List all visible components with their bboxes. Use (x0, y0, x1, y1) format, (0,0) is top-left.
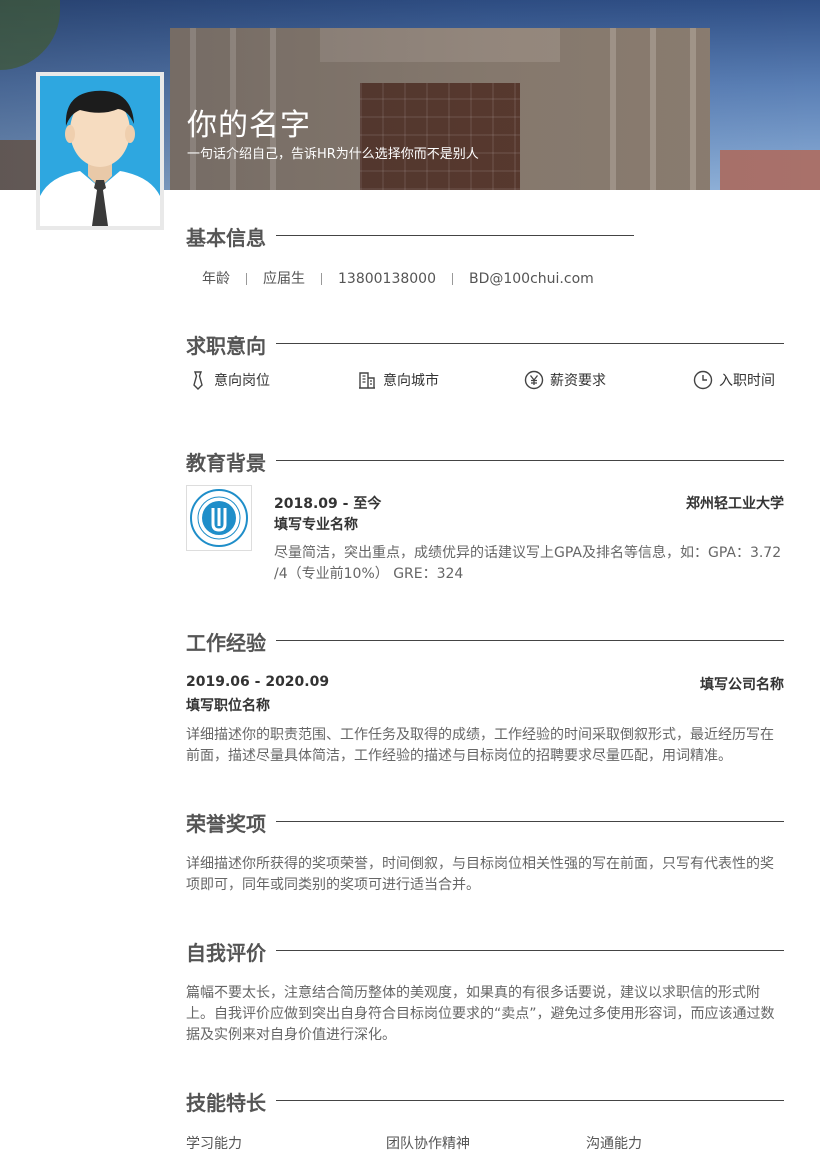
work-description: 详细描述你的职责范围、工作任务及取得的成绩，工作经验的时间采取倒叙形式，最近经历… (186, 727, 774, 764)
clock-icon (693, 370, 713, 390)
honors-description: 详细描述你所获得的奖项荣誉，时间倒叙，与目标岗位相关性强的写在前面，只写有代表性… (186, 856, 774, 893)
section-divider (276, 235, 634, 236)
info-age: 年龄 (202, 271, 230, 287)
section-skills: 技能特长 学习能力 团队协作精神 沟通能力 (186, 1087, 784, 1160)
skill-item: 学习能力 (186, 1136, 242, 1152)
intent-start-date: 入职时间 (693, 370, 775, 390)
company-name: 填写公司名称 (700, 677, 784, 693)
school-name: 郑州轻工业大学 (686, 496, 784, 512)
education-date: 2018.09 - 至今 (274, 496, 382, 512)
section-self-evaluation: 自我评价 篇幅不要太长，注意结合简历整体的美观度，如果真的有很多话要说，建议以求… (186, 937, 784, 1057)
section-basic-info: 基本信息 年龄 应届生 13800138000 BD@100chui.com (186, 222, 634, 292)
section-title: 自我评价 (186, 941, 266, 965)
basic-info-row: 年龄 应届生 13800138000 BD@100chui.com (202, 268, 594, 288)
section-title: 工作经验 (186, 631, 266, 655)
person-avatar-icon (40, 90, 160, 226)
section-honors: 荣誉奖项 详细描述你所获得的奖项荣誉，时间倒叙，与目标岗位相关性强的写在前面，只… (186, 808, 784, 908)
section-divider (276, 343, 784, 344)
section-title: 荣誉奖项 (186, 812, 266, 836)
intent-city: 意向城市 (357, 370, 439, 390)
section-title: 基本信息 (186, 226, 266, 250)
section-job-intent: 求职意向 意向岗位 意向城市 薪资要求 入职时间 (186, 330, 784, 410)
section-divider (276, 950, 784, 951)
section-title: 技能特长 (186, 1091, 266, 1115)
self-evaluation-description: 篇幅不要太长，注意结合简历整体的美观度，如果真的有很多话要说，建议以求职信的形式… (186, 985, 775, 1043)
major-name: 填写专业名称 (274, 517, 358, 533)
university-logo (186, 485, 252, 551)
info-email: BD@100chui.com (468, 271, 594, 287)
section-education: 教育背景 2018.09 - 至今 郑州轻工业大学 填写专业名称 尽量简洁，突出… (186, 447, 784, 597)
section-title: 教育背景 (186, 451, 266, 475)
info-phone: 13800138000 (338, 271, 436, 287)
section-divider (276, 460, 784, 461)
section-work: 工作经验 2019.06 - 2020.09 填写公司名称 填写职位名称 详细描… (186, 627, 784, 777)
building-icon (359, 372, 375, 389)
tie-icon (193, 371, 203, 390)
intent-salary: 薪资要求 (524, 370, 606, 390)
info-status: 应届生 (263, 271, 305, 287)
section-title: 求职意向 (186, 334, 266, 358)
skill-item: 沟通能力 (586, 1136, 642, 1152)
education-description: 尽量简洁，突出重点，成绩优异的话建议写上GPA及排名等信息，如：GPA：3.72… (274, 545, 782, 582)
section-divider (276, 1100, 784, 1101)
position-name: 填写职位名称 (186, 698, 270, 714)
avatar (36, 72, 164, 230)
resume-tagline: 一句话介绍自己，告诉HR为什么选择你而不是别人 (187, 147, 479, 162)
section-divider (276, 821, 784, 822)
intent-position: 意向岗位 (188, 370, 270, 390)
yen-icon (524, 370, 544, 390)
skill-item: 团队协作精神 (386, 1136, 470, 1152)
resume-name: 你的名字 (187, 108, 311, 143)
section-divider (276, 640, 784, 641)
work-date: 2019.06 - 2020.09 (186, 674, 330, 690)
